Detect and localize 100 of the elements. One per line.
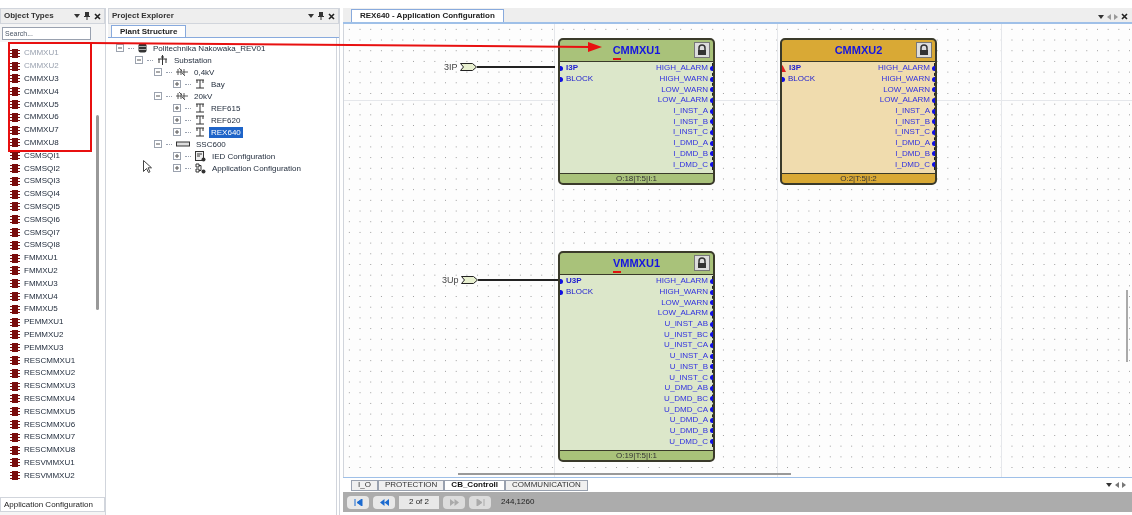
sheet-tab[interactable]: COMMUNICATION	[505, 479, 588, 491]
output-port[interactable]: U_DMD_AB	[664, 383, 708, 394]
input-port[interactable]: U3P	[566, 276, 582, 287]
output-port[interactable]: HIGH_ALARM	[656, 276, 708, 287]
output-port[interactable]: I_INST_A	[673, 106, 708, 117]
expand-icon[interactable]	[173, 164, 181, 172]
output-port[interactable]: U_INST_C	[669, 372, 708, 383]
object-type-item[interactable]: CMMXU5	[10, 98, 96, 111]
function-block[interactable]: VMMXU1 U3P BLOCK HIGH_ALARM HIGH_WARN LOW_WARN LOW_ALARM U_INST_AB U_INST_BC U_INST_CA U_INST_A U_INST_B U_INST_C U_DMD_AB U_DMD_BC U_DMD_CA U_DMD_A U_DMD_B U_DMD_C O:19|T:5|I:1	[558, 251, 715, 463]
close-icon[interactable]	[94, 12, 101, 20]
output-port[interactable]: U_DMD_B	[669, 425, 708, 436]
object-type-item[interactable]: PEMMXU1	[10, 315, 96, 329]
close-icon[interactable]	[1121, 13, 1128, 20]
output-port[interactable]: HIGH_ALARM	[878, 63, 930, 74]
object-type-item[interactable]: CSMSQI8	[10, 238, 96, 252]
object-type-item[interactable]: CSMSQI2	[10, 162, 96, 175]
output-port[interactable]: I_INST_A	[895, 106, 930, 117]
tree-item[interactable]: REX640	[209, 126, 243, 138]
object-type-item[interactable]: RESCMMXU4	[10, 392, 96, 406]
tree-item[interactable]: Application Configuration	[210, 162, 303, 174]
output-port[interactable]: I_DMD_A	[895, 138, 930, 149]
object-type-item[interactable]: CSMSQI1	[10, 149, 96, 163]
diagram-canvas[interactable]	[343, 24, 1132, 477]
scroll-right-icon[interactable]	[1114, 13, 1118, 20]
object-type-item[interactable]: RESCMMXU1	[10, 354, 96, 367]
sheet-tab[interactable]: CB_Controll	[444, 479, 506, 491]
function-block[interactable]: CMMXU2 I3P BLOCK HIGH_ALARM HIGH_WARN LOW_WARN LOW_ALARM I_INST_A I_INST_B I_INST_C I_DMD_A I_DMD_B I_DMD_C O:2|T:5|I:2	[780, 38, 937, 185]
input-port[interactable]: BLOCK	[566, 287, 594, 298]
expand-icon[interactable]	[173, 128, 181, 136]
object-type-item[interactable]: CMMXU8	[10, 136, 96, 150]
expand-icon[interactable]	[173, 116, 181, 124]
first-page-button[interactable]	[347, 495, 369, 509]
output-port[interactable]: U_DMD_CA	[664, 404, 708, 415]
object-type-item[interactable]: RESCMMXU3	[10, 379, 96, 393]
previous-page-button[interactable]	[373, 495, 395, 509]
tree-item[interactable]: REF620	[209, 114, 243, 126]
output-port[interactable]: U_INST_AB	[664, 319, 708, 330]
dropdown-icon[interactable]	[1106, 483, 1112, 487]
lock-icon[interactable]	[694, 42, 710, 58]
input-port[interactable]: BLOCK	[788, 74, 816, 85]
tree-item[interactable]: Politechnika Nakowaka_REV01	[151, 42, 268, 54]
object-type-item[interactable]: RESVMMXU1	[10, 456, 96, 470]
collapse-icon[interactable]	[154, 92, 162, 100]
collapse-icon[interactable]	[135, 56, 143, 64]
output-port[interactable]: I_INST_B	[895, 116, 930, 127]
scroll-right-icon[interactable]	[1122, 482, 1126, 488]
object-type-item[interactable]: CMMXU3	[10, 72, 96, 86]
collapse-icon[interactable]	[154, 68, 162, 76]
output-port[interactable]: I_INST_C	[672, 127, 708, 138]
output-port[interactable]: LOW_ALARM	[657, 308, 708, 319]
object-type-item[interactable]: RESVMMXU2	[10, 469, 96, 483]
input-connector-icon[interactable]	[459, 63, 477, 71]
object-type-item[interactable]: CMMXU7	[10, 123, 96, 137]
input-port[interactable]: BLOCK	[566, 74, 594, 85]
object-type-item[interactable]: FMMXU5	[10, 302, 96, 316]
panel-tab[interactable]: Application Configuration	[0, 497, 105, 512]
lock-icon[interactable]	[916, 42, 932, 58]
object-type-item[interactable]: RESCMMXU7	[10, 430, 96, 444]
tree-item[interactable]: REF615	[209, 102, 243, 114]
input-connector-icon[interactable]	[460, 276, 478, 284]
output-port[interactable]: U_INST_BC	[664, 329, 708, 340]
plant-structure-tab[interactable]: Plant Structure	[111, 25, 187, 37]
vertical-scrollbar[interactable]	[1126, 290, 1128, 362]
output-port[interactable]: I_DMD_A	[673, 138, 708, 149]
tree-item[interactable]: IED Configuration	[210, 150, 278, 162]
object-type-item[interactable]: CSMSQI7	[10, 226, 96, 239]
sheet-tab[interactable]: I_O	[351, 479, 378, 491]
object-type-item[interactable]: FMMXU4	[10, 290, 96, 303]
tree-item[interactable]: 0,4kV	[192, 66, 217, 78]
dropdown-icon[interactable]	[1098, 14, 1104, 19]
editor-tab[interactable]: REX640 - Application Configuration	[351, 9, 504, 22]
object-type-item[interactable]: CSMSQI5	[10, 200, 96, 214]
object-type-item[interactable]: CSMSQI6	[10, 213, 96, 227]
object-type-item[interactable]: CSMSQI3	[10, 174, 96, 188]
input-port[interactable]: I3P	[789, 63, 801, 74]
sheet-tab[interactable]: PROTECTION	[377, 479, 445, 491]
tree-item[interactable]: SSC600	[194, 138, 228, 150]
object-type-item[interactable]: FMMXU3	[10, 277, 96, 291]
function-block[interactable]: CMMXU1 I3P BLOCK HIGH_ALARM HIGH_WARN LOW_WARN LOW_ALARM I_INST_A I_INST_B I_INST_C I_DMD_A I_DMD_B I_DMD_C O:18|T:5|I:1	[558, 38, 715, 185]
output-port[interactable]: LOW_ALARM	[657, 95, 708, 106]
output-port[interactable]: LOW_WARN	[661, 84, 708, 95]
tree-item[interactable]: Substation	[172, 54, 214, 66]
output-port[interactable]: U_DMD_C	[669, 436, 708, 447]
output-port[interactable]: U_DMD_BC	[664, 393, 708, 404]
output-port[interactable]: HIGH_WARN	[881, 74, 930, 85]
tree-item[interactable]: 20kV	[192, 90, 215, 102]
object-type-item[interactable]: FMMXU1	[10, 251, 96, 265]
input-port[interactable]: I3P	[566, 63, 578, 74]
object-type-item[interactable]: RESCMMXU6	[10, 418, 96, 431]
output-port[interactable]: U_DMD_A	[669, 415, 708, 426]
object-type-item[interactable]: RESCMMXU5	[10, 405, 96, 419]
output-port[interactable]: I_DMD_C	[672, 159, 708, 170]
collapse-icon[interactable]	[116, 44, 124, 52]
output-port[interactable]: U_INST_B	[669, 361, 708, 372]
output-port[interactable]: I_DMD_B	[895, 148, 930, 159]
output-port[interactable]: HIGH_WARN	[659, 287, 708, 298]
expand-icon[interactable]	[173, 152, 181, 160]
horizontal-scrollbar[interactable]	[458, 473, 791, 475]
output-port[interactable]: HIGH_WARN	[659, 74, 708, 85]
output-port[interactable]: I_DMD_B	[673, 148, 708, 159]
